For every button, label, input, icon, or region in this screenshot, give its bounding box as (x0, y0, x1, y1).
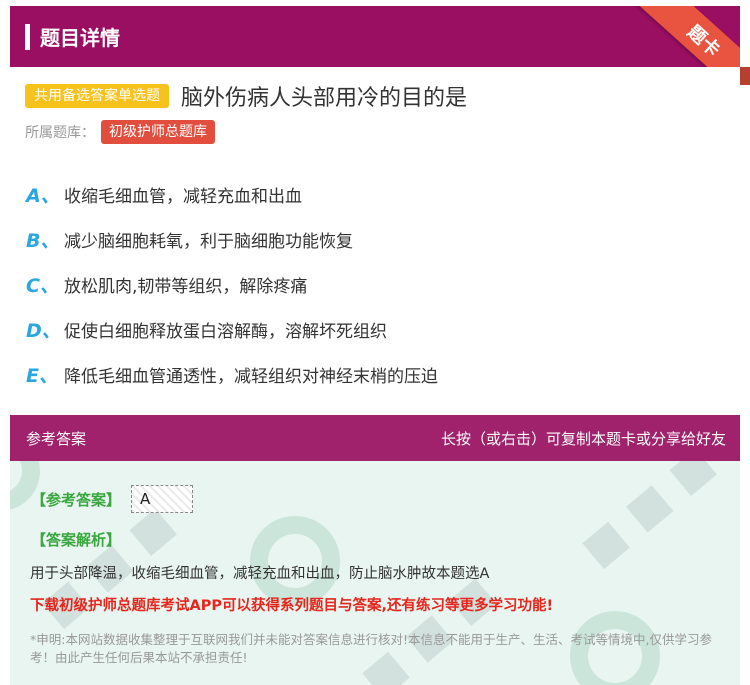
answer-section-title: 参考答案 (26, 430, 87, 448)
answer-panel: ■ ■ ■ ■ ■ ■ ■ ■ ■ 【参考答案】 A 【答案解析】 用于头部降温… (10, 461, 740, 685)
option-letter: D、 (26, 320, 61, 342)
option-letter: B、 (26, 230, 60, 252)
header-accent-bar (25, 24, 30, 50)
detail-header: 题目详情 题卡 (10, 6, 740, 67)
disclaimer-text: *申明:本网站数据收集整理于互联网我们并未能对答案信息进行核对!本信息不能用于生… (30, 632, 712, 665)
watermark-logo (250, 516, 340, 606)
option-letter: E、 (26, 365, 58, 387)
watermark-pattern: ■ ■ ■ (571, 461, 724, 576)
option-text: 收缩毛细血管，减轻充血和出血 (64, 187, 302, 207)
page-title: 题目详情 (40, 26, 120, 50)
corner-ribbon: 题卡 (615, 6, 740, 67)
option-c[interactable]: C、 放松肌肉,韧带等组织，解除疼痛 (26, 262, 726, 307)
option-text: 促使白细胞释放蛋白溶解酶，溶解坏死组织 (64, 322, 387, 342)
option-e[interactable]: E、 降低毛细血管通透性，减轻组织对神经末梢的压迫 (26, 352, 726, 397)
option-a[interactable]: A、 收缩毛细血管，减轻充血和出血 (26, 172, 726, 217)
option-text: 放松肌肉,韧带等组织，解除疼痛 (64, 277, 308, 297)
corner-ribbon-label: 题卡 (682, 21, 724, 62)
question-text: 脑外伤病人头部用冷的目的是 (181, 86, 468, 111)
option-letter: A、 (26, 185, 60, 207)
analysis-label: 【答案解析】 (31, 531, 122, 549)
option-b[interactable]: B、 减少脑细胞耗氧，利于脑细胞功能恢复 (26, 217, 726, 262)
library-row: 所属题库： 初级护师总题库 (25, 120, 215, 144)
question-type-badge: 共用备选答案单选题 (25, 84, 169, 108)
answer-row: 【参考答案】 A (31, 485, 194, 513)
answer-value: A (131, 485, 194, 513)
share-hint: 长按（或右击）可复制本题卡或分享给好友 (440, 430, 726, 448)
question-row: 共用备选答案单选题 脑外伤病人头部用冷的目的是 (25, 80, 467, 112)
library-badge[interactable]: 初级护师总题库 (101, 120, 215, 144)
answer-label: 【参考答案】 (31, 490, 122, 509)
library-label: 所属题库： (25, 125, 95, 141)
download-app-link[interactable]: 下载初级护师总题库考试APP可以获得系列题目与答案,还有练习等更多学习功能! (30, 594, 553, 615)
option-d[interactable]: D、 促使白细胞释放蛋白溶解酶，溶解坏死组织 (26, 307, 726, 352)
option-text: 降低毛细血管通透性，减轻组织对神经末梢的压迫 (64, 367, 438, 387)
options-list: A、 收缩毛细血管，减轻充血和出血 B、 减少脑细胞耗氧，利于脑细胞功能恢复 C… (26, 172, 726, 397)
ribbon-fold (740, 67, 750, 85)
option-text: 减少脑细胞耗氧，利于脑细胞功能恢复 (64, 232, 353, 252)
analysis-text: 用于头部降温，收缩毛细血管，减轻充血和出血，防止脑水肿故本题选A (30, 566, 490, 582)
answer-section-header: 参考答案 长按（或右击）可复制本题卡或分享给好友 (10, 415, 740, 461)
watermark-pattern: ■ ■ ■ (351, 567, 504, 685)
option-letter: C、 (26, 275, 59, 297)
